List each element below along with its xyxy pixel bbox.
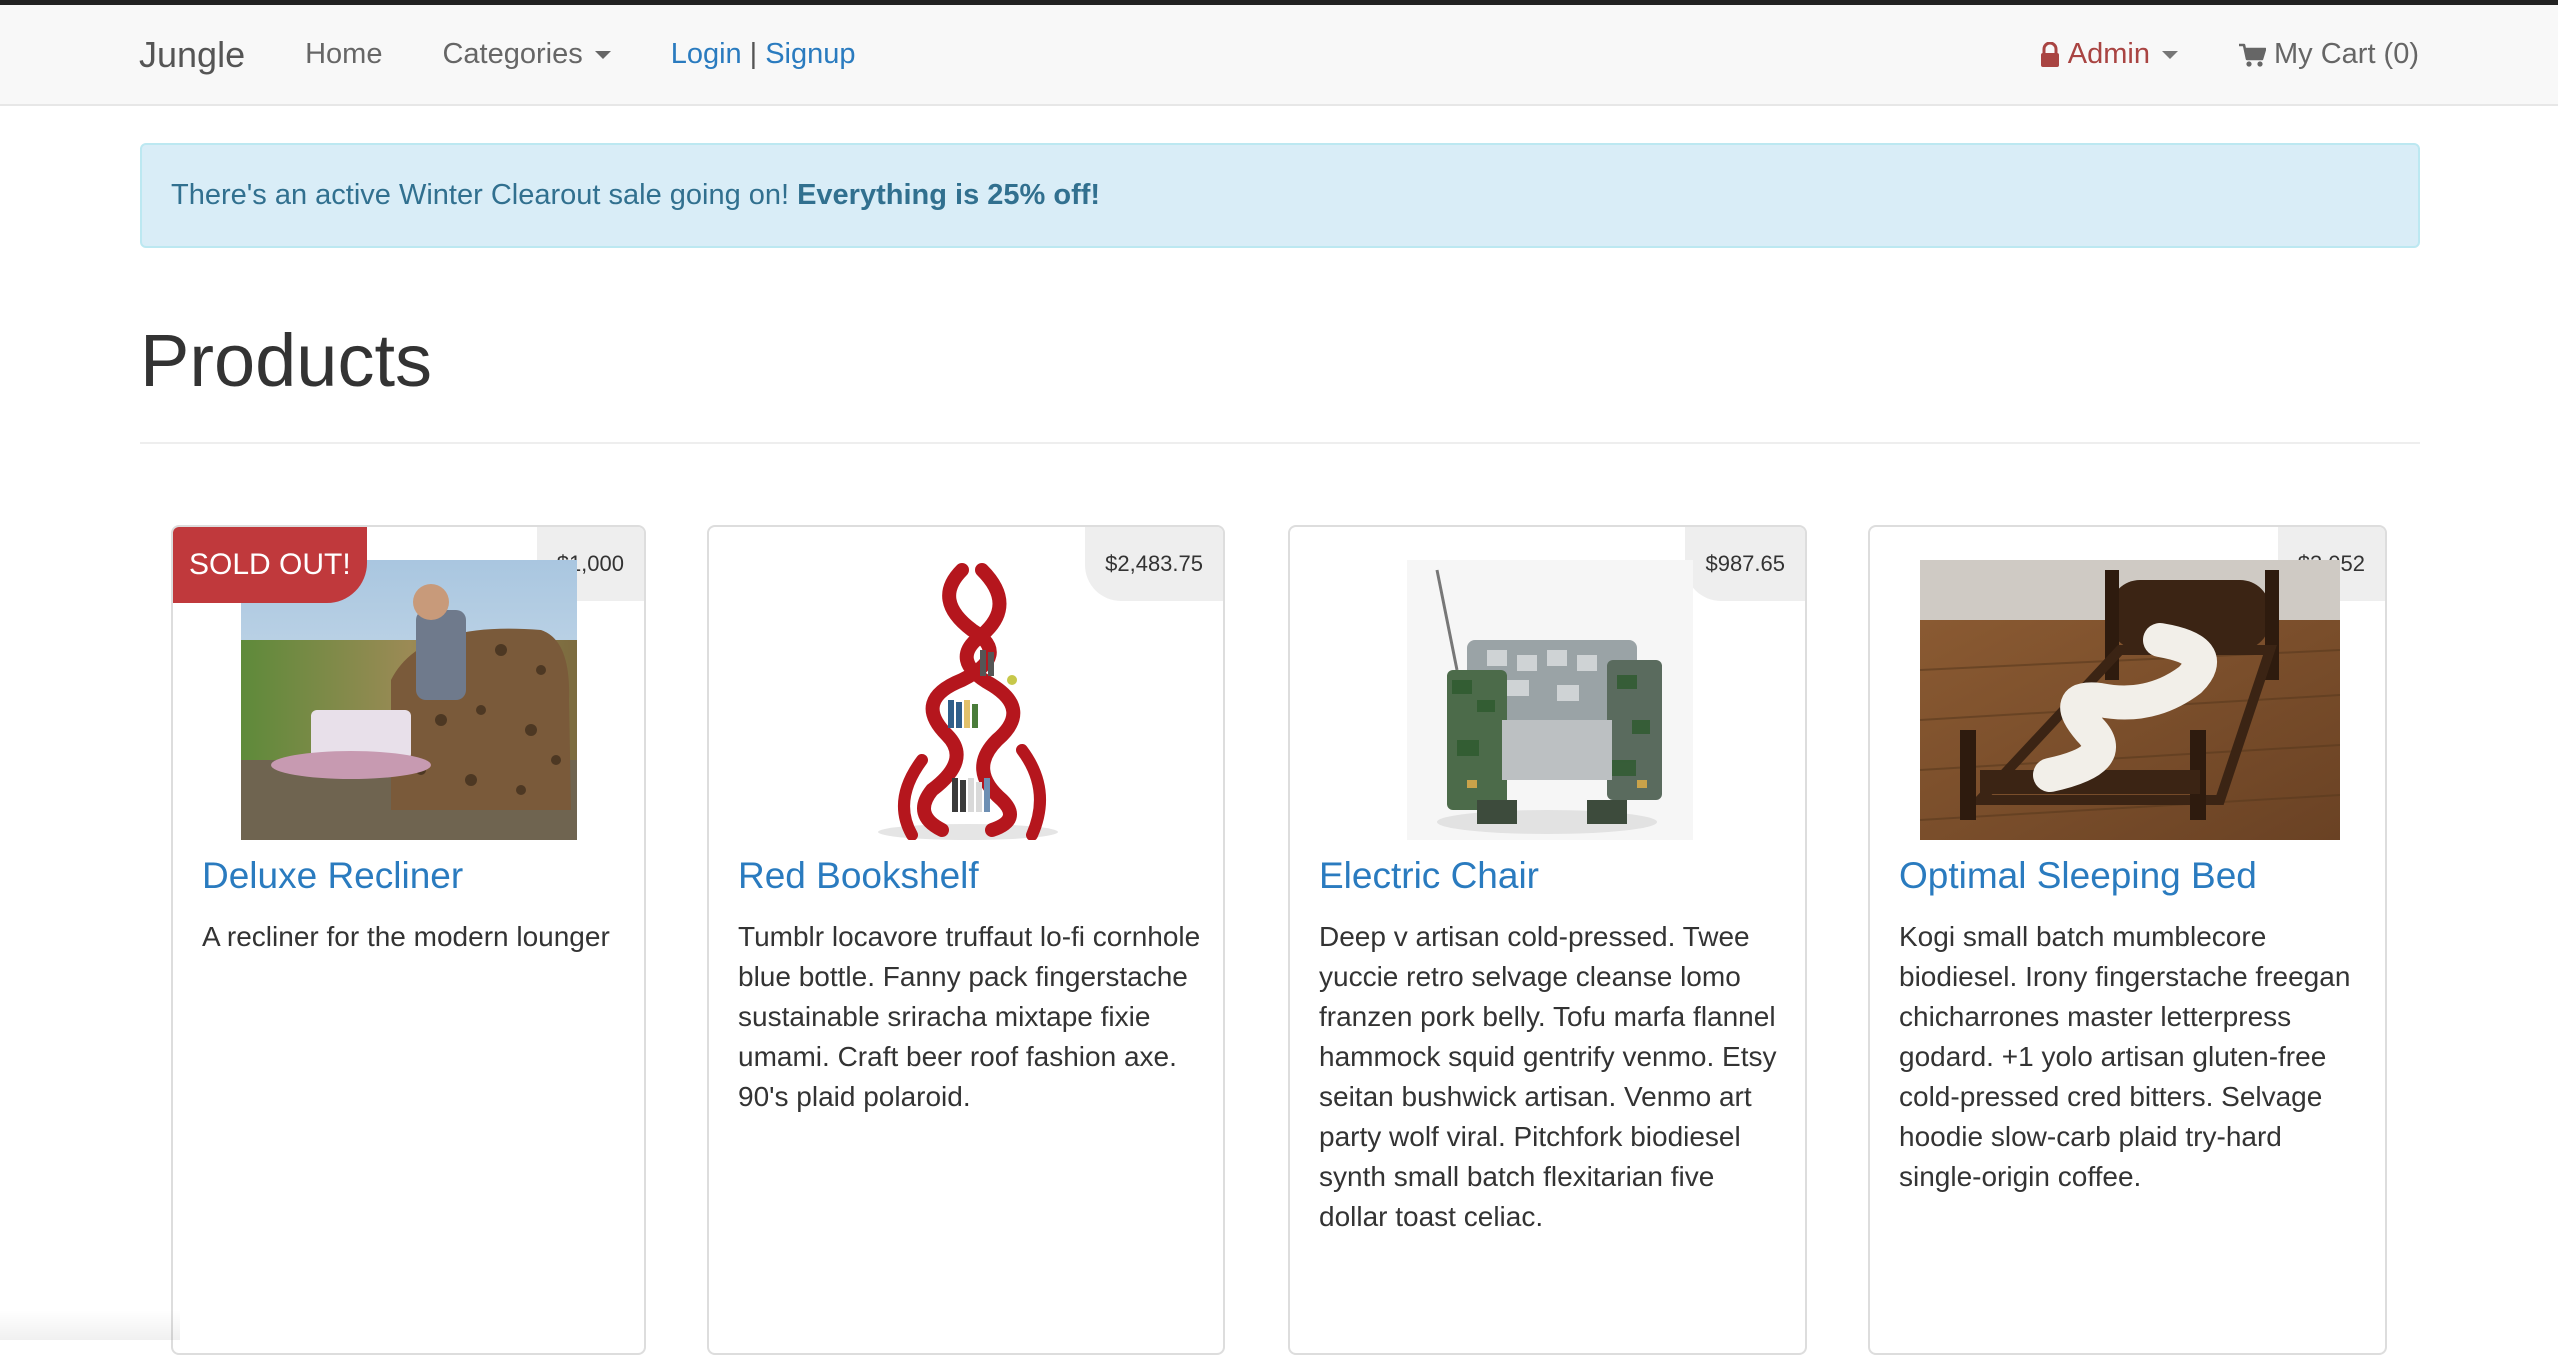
product-card[interactable]: $3,052 Optimal Sleeping Bed Kogi sm [1868,525,2387,1355]
signup-link[interactable]: Signup [765,38,855,71]
product-description: Kogi small batch mumblecore biodiesel. I… [1899,921,2351,1192]
bookshelf-photo-icon[interactable] [852,560,1084,841]
top-navbar: Jungle Home Categories Login | Signup Ad… [0,0,2558,106]
page-title: Products [140,319,433,402]
shopping-cart-icon [2238,42,2266,68]
login-link[interactable]: Login [671,38,742,71]
sale-alert-text: There's an active Winter Clearout sale g… [171,179,790,211]
caret-down-icon [2162,50,2178,59]
caret-down-icon [594,50,611,59]
navbar-right: Admin My Cart (0) [2040,5,2419,104]
product-card[interactable]: $2,483.75 Red Bookshelf Tumblr locavore … [707,525,1225,1355]
nav-categories-dropdown[interactable]: Categories [442,38,611,71]
nav-home-label: Home [305,38,383,70]
product-description: Deep v artisan cold-pressed. Twee yuccie… [1319,921,1777,1232]
admin-dropdown[interactable]: Admin [2040,38,2178,71]
product-name-link[interactable]: Deluxe Recliner [202,855,463,897]
auth-separator: | [749,38,758,70]
sale-alert-emphasis: Everything is 25% off! [797,179,1101,211]
product-name-link[interactable]: Red Bookshelf [738,855,979,897]
admin-label: Admin [2067,38,2150,70]
product-description: A recliner for the modern lounger [202,921,610,952]
bed-photo-icon[interactable] [1919,560,2341,840]
product-name-link[interactable]: Optimal Sleeping Bed [1899,855,2257,897]
title-divider [140,442,2420,444]
nav-home-link[interactable]: Home [305,38,382,71]
chair-photo-icon[interactable] [1407,560,1693,840]
product-description: Tumblr locavore truffaut lo-fi cornhole … [738,921,1201,1112]
product-card[interactable]: $987.65 Electric Chair Deep v artisan co… [1288,525,1807,1355]
nav-categories-label: Categories [442,38,583,70]
sale-alert: There's an active Winter Clearout sale g… [140,143,2420,248]
auth-links: Login | Signup [671,38,856,71]
cart-link[interactable]: My Cart (0) [2238,38,2419,71]
price-tag: $987.65 [1685,527,1805,601]
sold-out-badge: SOLD OUT! [173,527,367,603]
cart-label: My Cart (0) [2274,38,2419,70]
product-card[interactable]: SOLD OUT! $1,000 Deluxe Recliner A recli… [171,525,646,1355]
bottom-edge-shadow [0,1310,180,1340]
brand-link[interactable]: Jungle [139,34,245,76]
navbar-left: Jungle Home Categories Login | Signup [139,5,856,104]
lock-icon [2040,41,2060,68]
price-tag: $2,483.75 [1085,527,1223,601]
product-name-link[interactable]: Electric Chair [1319,855,1539,897]
